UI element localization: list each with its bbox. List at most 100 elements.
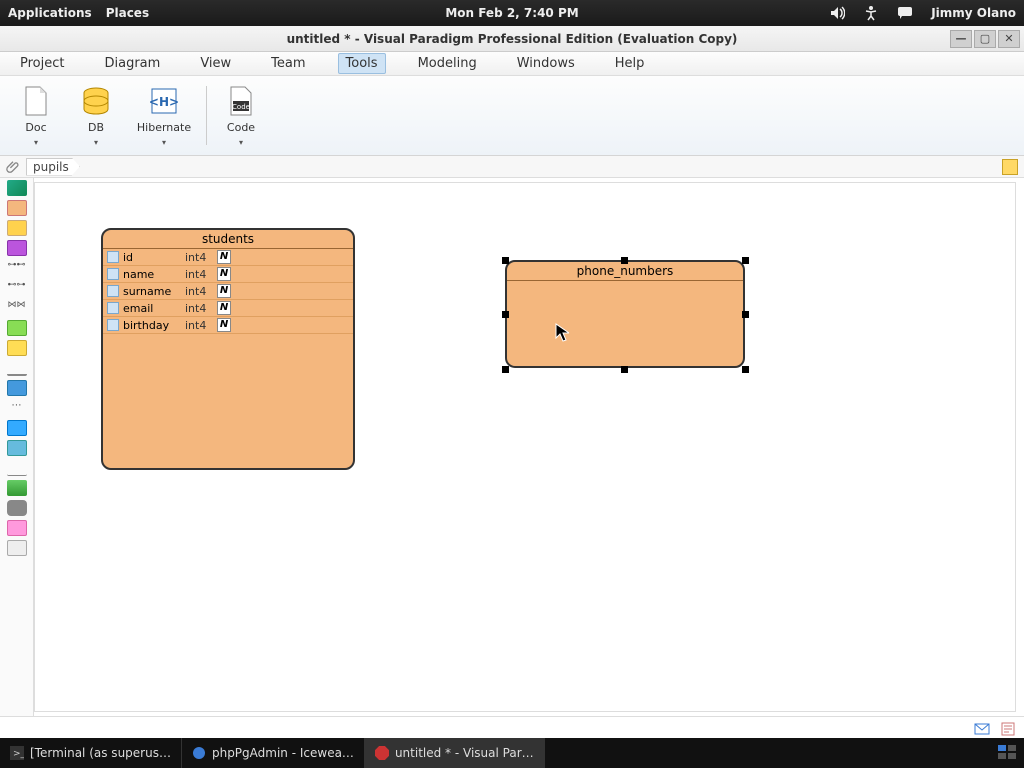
selection-handle[interactable] [742, 366, 749, 373]
column-name: birthday [123, 319, 185, 332]
note-icon[interactable] [1000, 721, 1016, 735]
palette-rect-tool[interactable] [7, 380, 27, 396]
palette-relation-2[interactable]: ⊷⊶ [7, 280, 27, 296]
palette-relation-1[interactable]: ⊶⊷ [7, 260, 27, 276]
chevron-down-icon: ▾ [162, 138, 166, 147]
selection-handle[interactable] [502, 311, 509, 318]
palette-line-tool[interactable] [7, 360, 27, 376]
gnome-applications-menu[interactable]: Applications [8, 6, 92, 20]
code-icon: Code [225, 85, 257, 117]
chat-icon[interactable] [897, 5, 913, 21]
mail-icon[interactable] [974, 721, 990, 735]
svg-text:>_: >_ [13, 749, 24, 759]
nullable-badge: N [217, 284, 231, 298]
entity-phone-numbers[interactable]: phone_numbers [505, 260, 745, 368]
gnome-places-menu[interactable]: Places [106, 6, 149, 20]
menu-project[interactable]: Project [12, 53, 72, 74]
toolbar-hibernate-label: Hibernate [137, 121, 191, 134]
status-bar [0, 716, 1024, 738]
palette-grid-tool[interactable] [7, 340, 27, 356]
menu-tools[interactable]: Tools [338, 53, 386, 74]
column-icon [107, 319, 119, 331]
volume-icon[interactable] [829, 5, 845, 21]
palette-sep-tool[interactable] [7, 460, 27, 476]
selection-handle[interactable] [502, 257, 509, 264]
selection-handle[interactable] [621, 257, 628, 264]
gnome-clock[interactable]: Mon Feb 2, 7:40 PM [445, 6, 578, 20]
terminal-icon: >_ [10, 746, 24, 760]
column-icon [107, 285, 119, 297]
taskbar-item-terminal[interactable]: >_ [Terminal (as superus… [0, 738, 182, 768]
toolbar-db-button[interactable]: DB ▾ [66, 80, 126, 151]
column-row[interactable]: idint4N [103, 249, 353, 266]
window-close-button[interactable]: ✕ [998, 30, 1020, 48]
mouse-cursor-icon [555, 323, 569, 343]
window-minimize-button[interactable]: — [950, 30, 972, 48]
column-type: int4 [185, 251, 217, 264]
column-type: int4 [185, 319, 217, 332]
column-row[interactable]: emailint4N [103, 300, 353, 317]
entity-students[interactable]: students idint4N nameint4N surnameint4N … [101, 228, 355, 470]
palette-entity-tool[interactable] [7, 200, 27, 216]
menu-windows[interactable]: Windows [509, 53, 583, 74]
menu-diagram[interactable]: Diagram [96, 53, 168, 74]
selection-handle[interactable] [502, 366, 509, 373]
palette-dots-tool[interactable]: ⋯ [7, 400, 27, 416]
column-name: surname [123, 285, 185, 298]
attachment-icon[interactable] [6, 160, 20, 174]
gnome-taskbar: >_ [Terminal (as superus… phpPgAdmin - I… [0, 738, 1024, 768]
selection-handle[interactable] [742, 311, 749, 318]
column-name: name [123, 268, 185, 281]
palette-cursor-tool[interactable] [7, 180, 27, 196]
svg-text:Code: Code [232, 103, 250, 111]
palette-table-tool[interactable] [7, 220, 27, 236]
column-row[interactable]: nameint4N [103, 266, 353, 283]
column-row[interactable]: birthdayint4N [103, 317, 353, 334]
db-icon [80, 85, 112, 117]
toolbar-code-button[interactable]: Code Code ▾ [211, 80, 271, 151]
menu-help[interactable]: Help [607, 53, 653, 74]
chevron-down-icon: ▾ [34, 138, 38, 147]
tray-workspace-icon[interactable] [998, 745, 1016, 762]
column-type: int4 [185, 285, 217, 298]
palette-package-tool[interactable] [7, 440, 27, 456]
column-type: int4 [185, 268, 217, 281]
diagram-canvas[interactable]: students idint4N nameint4N surnameint4N … [34, 182, 1016, 712]
accessibility-icon[interactable] [863, 5, 879, 21]
tool-palette: ⊶⊷ ⊷⊶ ⋈⋈ ⋯ [0, 178, 34, 716]
column-name: email [123, 302, 185, 315]
app-menubar: Project Diagram View Team Tools Modeling… [0, 52, 1024, 76]
toolbar-doc-button[interactable]: Doc ▾ [6, 80, 66, 151]
palette-folder-tool[interactable] [7, 420, 27, 436]
menu-team[interactable]: Team [263, 53, 313, 74]
palette-camera-tool[interactable] [7, 500, 27, 516]
taskbar-label: untitled * - Visual Par… [395, 746, 534, 760]
chevron-down-icon: ▾ [239, 138, 243, 147]
selection-handle[interactable] [621, 366, 628, 373]
window-title: untitled * - Visual Paradigm Professiona… [287, 32, 738, 46]
menu-view[interactable]: View [192, 53, 239, 74]
taskbar-label: [Terminal (as superus… [30, 746, 171, 760]
palette-blank-tool[interactable] [7, 540, 27, 556]
taskbar-item-phppgadmin[interactable]: phpPgAdmin - Icewea… [182, 738, 365, 768]
diagram-overview-icon[interactable] [1002, 159, 1018, 175]
palette-image-tool[interactable] [7, 480, 27, 496]
menu-modeling[interactable]: Modeling [410, 53, 485, 74]
svg-text:<H>: <H> [149, 95, 179, 109]
gnome-user-menu[interactable]: Jimmy Olano [931, 6, 1016, 20]
window-titlebar: untitled * - Visual Paradigm Professiona… [0, 26, 1024, 52]
nullable-badge: N [217, 301, 231, 315]
nullable-badge: N [217, 267, 231, 281]
breadcrumb-item[interactable]: pupils [26, 158, 80, 176]
selection-handle[interactable] [742, 257, 749, 264]
toolbar-hibernate-button[interactable]: <H> Hibernate ▾ [126, 80, 202, 151]
nullable-badge: N [217, 250, 231, 264]
system-tray [982, 745, 1024, 762]
window-maximize-button[interactable]: ▢ [974, 30, 996, 48]
column-row[interactable]: surnameint4N [103, 283, 353, 300]
palette-note-tool[interactable] [7, 320, 27, 336]
palette-relation-3[interactable]: ⋈⋈ [7, 300, 27, 316]
palette-comment-tool[interactable] [7, 520, 27, 536]
taskbar-item-visualparadigm[interactable]: untitled * - Visual Par… [365, 738, 545, 768]
palette-view-tool[interactable] [7, 240, 27, 256]
